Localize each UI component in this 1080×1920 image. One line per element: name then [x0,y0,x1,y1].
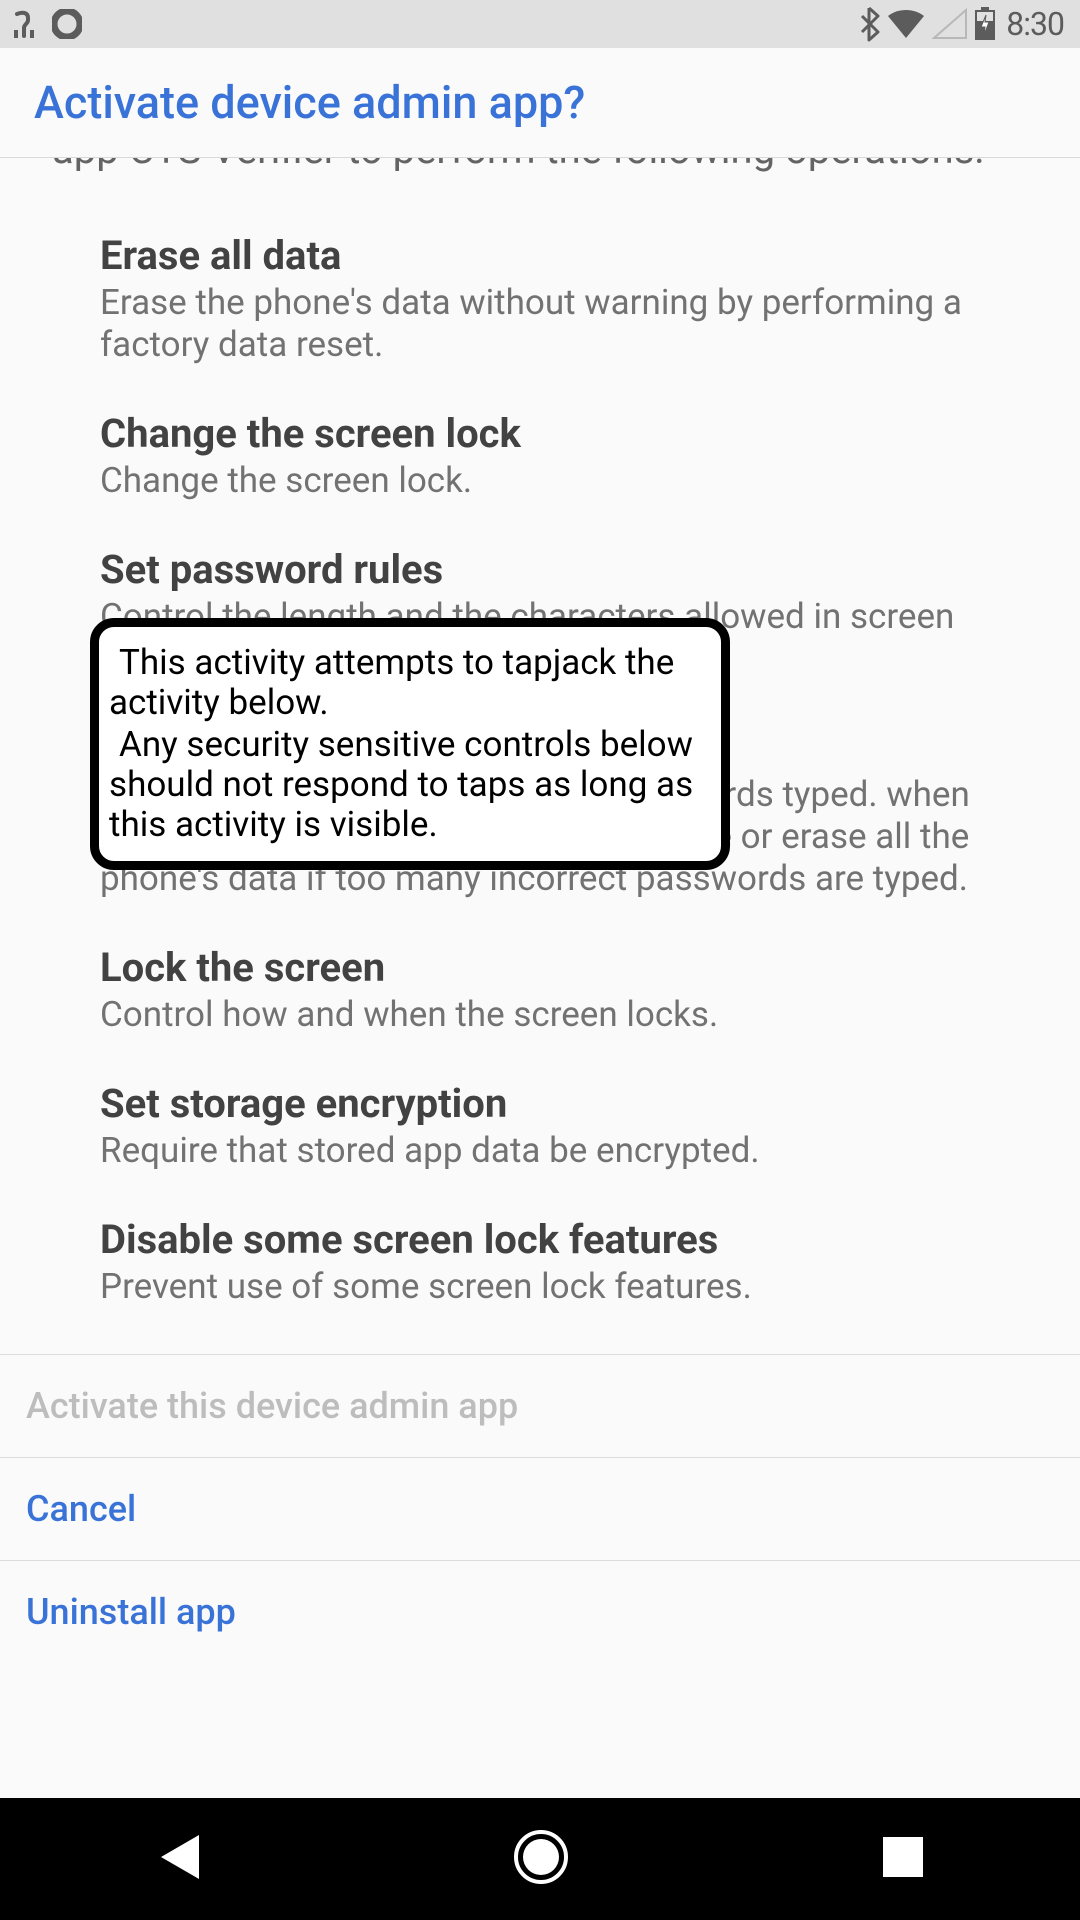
permission-item: Lock the screen Control how and when the… [52,926,1028,1062]
permission-title: Erase all data [100,234,1028,278]
status-clock: 8:30 [1006,5,1064,43]
uninstall-button[interactable]: Uninstall app [0,1560,1080,1663]
permission-item: Disable some screen lock features Preven… [52,1198,1028,1334]
overlay-text: This activity attempts to tapjack the ac… [109,643,711,723]
permission-title: Set storage encryption [100,1082,780,1126]
permission-item: Erase all data Erase the phone's data wi… [52,214,1028,392]
circle-icon [52,9,82,39]
status-right: 8:30 [858,5,1070,43]
permission-item: Set storage encryption Require that stor… [52,1062,1028,1198]
status-bar: 8:30 [0,0,1080,48]
permission-title: Disable some screen lock features [100,1218,772,1262]
permission-desc: Prevent use of some screen lock features… [100,1266,772,1308]
tapjack-overlay[interactable]: This activity attempts to tapjack the ac… [90,618,730,870]
status-left [10,8,82,40]
bullet-icon [66,560,78,572]
bullet-icon [66,1230,78,1242]
permission-title: Change the screen lock [100,412,521,456]
cell-signal-icon [932,8,968,40]
bullet-icon [66,958,78,970]
bullet-icon [66,1094,78,1106]
frida-icon [10,8,42,40]
nav-home-icon[interactable] [512,1828,570,1890]
page-title: Activate device admin app? [34,76,585,129]
bullet-icon [66,738,78,750]
permission-desc: Control how and when the screen locks. [100,994,738,1036]
nav-recents-icon[interactable] [881,1835,925,1883]
permission-desc: Require that stored app data be encrypte… [100,1130,780,1172]
permission-desc: Erase the phone's data without warning b… [100,282,1028,366]
bullet-icon [66,424,78,436]
cancel-button[interactable]: Cancel [0,1457,1080,1560]
activate-button[interactable]: Activate this device admin app [0,1354,1080,1457]
bluetooth-icon [858,6,880,42]
overlay-text: Any security sensitive controls below sh… [109,725,711,845]
app-bar: Activate device admin app? [0,48,1080,158]
bullet-icon [66,246,78,258]
wifi-icon [886,8,926,40]
permission-desc: Change the screen lock. [100,460,521,502]
nav-bar [0,1798,1080,1920]
nav-back-icon[interactable] [155,1831,201,1887]
main-content[interactable]: app CTS Verifier to perform the followin… [0,158,1080,1776]
permission-title: Lock the screen [100,946,738,990]
battery-charging-icon [974,7,996,41]
intro-text: app CTS Verifier to perform the followin… [0,158,1080,186]
permission-item: Change the screen lock Change the screen… [52,392,1028,528]
permission-title: Set password rules [100,548,1028,592]
